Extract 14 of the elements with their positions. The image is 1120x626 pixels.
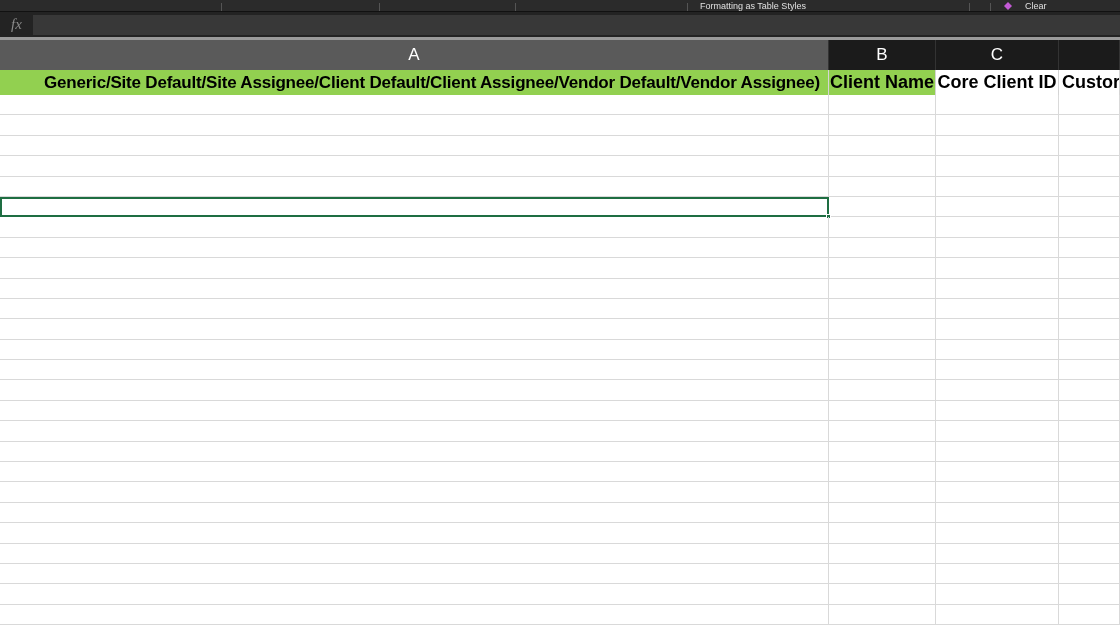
table-cell: Core Client ID [936, 70, 1059, 95]
table-cell: Client Name [829, 70, 936, 95]
column-header[interactable]: C [936, 40, 1059, 70]
table-cell[interactable] [0, 196, 829, 218]
column-header[interactable]: A [0, 40, 829, 70]
ribbon-label: Clear [1024, 1, 1047, 11]
fill-handle[interactable] [826, 214, 831, 220]
eraser-icon [1002, 2, 1013, 10]
function-icon[interactable]: fx [0, 13, 33, 36]
column-header[interactable] [1059, 40, 1120, 70]
table-cell: Generic/Site Default/Site Assignee/Client Default/Client Assignee/Vendor Default/Vendor Assignee) [0, 70, 829, 95]
column-header[interactable]: B [829, 40, 936, 70]
ribbon-label: Formatting as Table Styles [700, 1, 806, 11]
table-cell: Custor [1059, 70, 1120, 95]
